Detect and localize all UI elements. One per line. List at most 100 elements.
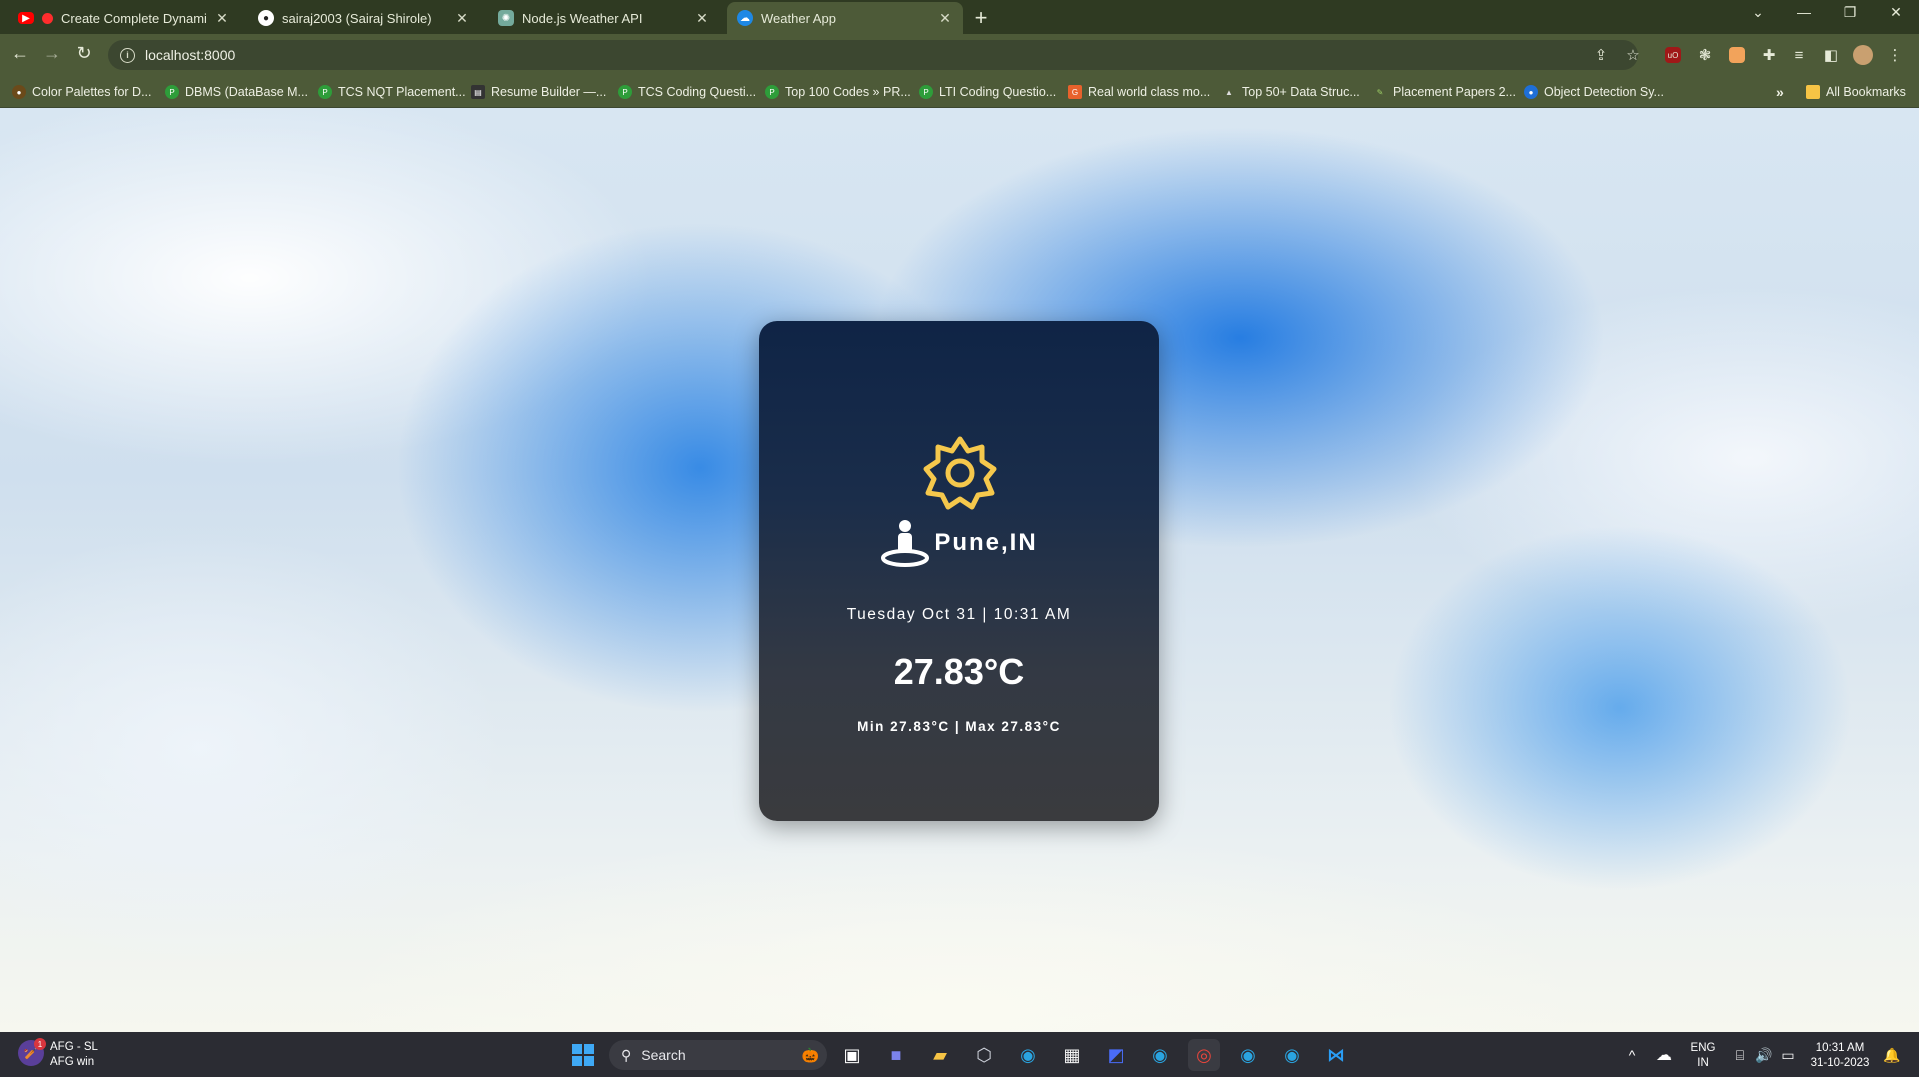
ublock-icon[interactable]: uO <box>1662 44 1684 66</box>
bookmark-favicon-icon: G <box>1068 85 1082 99</box>
search-highlight-icon: 🎃 <box>801 1046 819 1063</box>
clock-date: 31-10-2023 <box>1810 1057 1870 1069</box>
url-text: localhost:8000 <box>145 47 236 63</box>
windows-start-icon[interactable] <box>567 1039 599 1071</box>
bookmark-favicon-icon: P <box>618 85 632 99</box>
chrome-icon[interactable]: ◎ <box>1188 1039 1220 1071</box>
bookmark-favicon-icon: ● <box>12 85 26 99</box>
bookmark-item[interactable]: ▤ Resume Builder —... <box>471 82 606 102</box>
browser-tab-youtube[interactable]: ▶ Create Complete Dynamic W ✕ <box>8 2 240 34</box>
site-info-icon[interactable]: i <box>120 47 135 63</box>
media-control-icon[interactable]: ≡ <box>1788 44 1810 66</box>
bookmark-label: TCS NQT Placement... <box>338 85 466 99</box>
edge-icon[interactable]: ◉ <box>1012 1039 1044 1071</box>
extensions-puzzle-icon[interactable]: ✚ <box>1758 44 1780 66</box>
tab-title: Create Complete Dynamic W <box>61 10 206 26</box>
search-placeholder: Search <box>641 1047 686 1063</box>
widget-badge: 1 <box>34 1038 46 1050</box>
bookmark-item[interactable]: P TCS Coding Questi... <box>618 82 756 102</box>
battery-icon[interactable]: ▭ <box>1772 1039 1804 1071</box>
language-code: ENG <box>1690 1042 1716 1054</box>
all-bookmarks-label: All Bookmarks <box>1826 85 1906 99</box>
browser-tab-weather-app[interactable]: ☁ Weather App ✕ <box>727 2 963 34</box>
browser-tab-github[interactable]: ● sairaj2003 (Sairaj Shirole) ✕ <box>248 2 480 34</box>
overflow-label: » <box>1776 84 1784 100</box>
bookmark-favicon-icon: P <box>165 85 179 99</box>
language-indicator[interactable]: ENG IN <box>1686 1041 1720 1071</box>
bookmark-item[interactable]: P DBMS (DataBase M... <box>165 82 308 102</box>
bookmark-favicon-icon: ▤ <box>471 85 485 99</box>
bookmark-label: Top 100 Codes » PR... <box>785 85 911 99</box>
bookmark-item[interactable]: P LTI Coding Questio... <box>919 82 1056 102</box>
close-tab-icon[interactable]: ✕ <box>937 10 953 27</box>
temperature-value: 27.83°C <box>893 651 1025 692</box>
tray-chevron-up-icon[interactable]: ^ <box>1616 1039 1648 1071</box>
widget-title: AFG - SL <box>50 1041 98 1053</box>
tab-search-icon[interactable]: ⌄ <box>1738 4 1778 21</box>
bookmark-favicon-icon: P <box>765 85 779 99</box>
sun-icon <box>923 436 997 510</box>
folder-icon <box>1806 85 1820 99</box>
bookmark-label: Placement Papers 2... <box>1393 85 1516 99</box>
bookmark-item[interactable]: P TCS NQT Placement... <box>318 82 466 102</box>
bookmark-item[interactable]: G Real world class mo... <box>1068 82 1210 102</box>
bookmark-item[interactable]: P Top 100 Codes » PR... <box>765 82 911 102</box>
restore-icon[interactable]: ❐ <box>1830 4 1870 21</box>
address-bar[interactable]: i localhost:8000 <box>108 40 1638 70</box>
bookmark-favicon-icon: ▲ <box>1225 87 1233 97</box>
new-tab-button[interactable]: + <box>968 5 994 31</box>
side-panel-icon[interactable]: ◧ <box>1820 44 1842 66</box>
microsoft-store-icon[interactable]: ▦ <box>1056 1039 1088 1071</box>
dev-app-icon[interactable]: ⬡ <box>968 1039 1000 1071</box>
teams-chat-icon[interactable]: ■ <box>880 1039 912 1071</box>
location-row: Pune,IN <box>759 518 1159 568</box>
back-icon[interactable]: ← <box>6 43 34 64</box>
onedrive-cloud-icon[interactable]: ☁ <box>1648 1039 1680 1071</box>
close-window-icon[interactable]: ✕ <box>1876 4 1916 21</box>
bookmark-favicon-icon: P <box>919 85 933 99</box>
menu-kebab-icon[interactable]: ⋮ <box>1884 44 1906 66</box>
widget-text[interactable]: AFG - SL AFG win <box>50 1040 98 1070</box>
taskbar-search-box[interactable]: ⚲ Search 🎃 <box>609 1040 827 1070</box>
bookmark-item[interactable]: ● Object Detection Sy... <box>1524 82 1664 102</box>
forward-icon[interactable]: → <box>38 43 66 64</box>
tab-title: Node.js Weather API <box>522 10 643 26</box>
bookmark-label: Resume Builder —... <box>491 85 607 99</box>
extension-gear-icon[interactable]: ❃ <box>1694 44 1716 66</box>
file-explorer-icon[interactable]: ▰ <box>924 1039 956 1071</box>
minimize-icon[interactable]: — <box>1784 4 1824 20</box>
bookmark-item[interactable]: ▲ Top 50+ Data Struc... <box>1222 82 1360 102</box>
bookmarks-overflow-button[interactable]: » <box>1776 82 1784 102</box>
bookmark-label: Top 50+ Data Struc... <box>1242 85 1360 99</box>
bookmark-item[interactable]: ● Color Palettes for D... <box>12 82 152 102</box>
date-time-text: Tuesday Oct 31 | 10:31 AM <box>846 606 1072 623</box>
all-bookmarks-folder[interactable]: All Bookmarks <box>1806 82 1906 102</box>
bookmark-favicon-icon: P <box>318 85 332 99</box>
profile-avatar[interactable] <box>1852 44 1874 66</box>
github-icon: ● <box>258 10 274 26</box>
close-tab-icon[interactable]: ✕ <box>214 10 230 27</box>
code-editor-icon[interactable]: ◩ <box>1100 1039 1132 1071</box>
edge-beta-icon[interactable]: ◉ <box>1144 1039 1176 1071</box>
edge-dev-icon[interactable]: ◉ <box>1232 1039 1264 1071</box>
bookmark-label: LTI Coding Questio... <box>939 85 1057 99</box>
bookmark-label: DBMS (DataBase M... <box>185 85 308 99</box>
recording-dot-icon <box>42 12 53 24</box>
vscode-icon[interactable]: ⋈ <box>1320 1039 1352 1071</box>
task-view-icon[interactable]: ▣ <box>836 1039 868 1071</box>
bookmark-favicon-icon: ● <box>1524 85 1538 99</box>
browser-tab-chatgpt[interactable]: ✺ Node.js Weather API ✕ <box>488 2 720 34</box>
tab-title: sairaj2003 (Sairaj Shirole) <box>282 10 432 26</box>
notification-bell-icon[interactable]: 🔔 <box>1876 1039 1908 1071</box>
close-tab-icon[interactable]: ✕ <box>454 10 470 27</box>
reload-icon[interactable]: ↻ <box>70 43 98 64</box>
share-icon[interactable]: ⇪ <box>1590 44 1612 66</box>
bookmark-item[interactable]: ✎ Placement Papers 2... <box>1373 82 1516 102</box>
extension-orange-icon[interactable] <box>1726 44 1748 66</box>
bookmark-label: Color Palettes for D... <box>32 85 152 99</box>
clock[interactable]: 10:31 AM 31-10-2023 <box>1804 1041 1876 1071</box>
bookmark-star-icon[interactable]: ☆ <box>1622 44 1644 66</box>
close-tab-icon[interactable]: ✕ <box>694 10 710 27</box>
edge-canary-icon[interactable]: ◉ <box>1276 1039 1308 1071</box>
min-max-temperature: Min 27.83°C | Max 27.83°C <box>857 719 1061 734</box>
